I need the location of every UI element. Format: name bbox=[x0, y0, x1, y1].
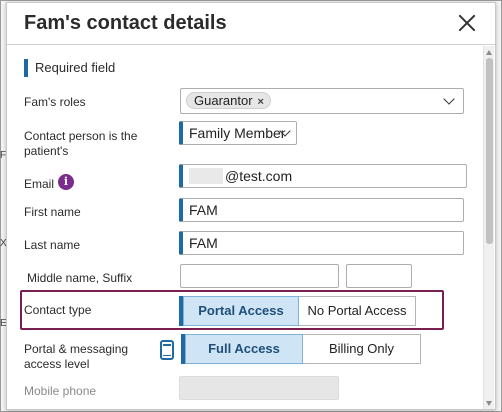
masked-email-prefix bbox=[189, 168, 223, 184]
billing-only-option[interactable]: Billing Only bbox=[303, 334, 421, 364]
last-name-label: Last name bbox=[24, 238, 81, 252]
last-name-value: FAM bbox=[189, 235, 218, 251]
contact-person-value: Family Member bbox=[189, 125, 286, 141]
dialog-header: Fam's contact details bbox=[7, 3, 495, 45]
middle-suffix-label: Middle name, Suffix bbox=[27, 271, 133, 285]
access-level-toggle-group: Full Access Billing Only bbox=[181, 334, 421, 364]
dialog-scrollbar[interactable] bbox=[483, 46, 494, 409]
mobile-phone-icon bbox=[160, 340, 174, 360]
middle-name-field[interactable] bbox=[180, 264, 339, 288]
email-value: @test.com bbox=[225, 168, 293, 184]
email-label: Email bbox=[24, 177, 55, 191]
info-icon[interactable]: i bbox=[58, 174, 74, 190]
close-icon[interactable] bbox=[457, 13, 477, 33]
mobile-phone-label: Mobile phone bbox=[24, 384, 97, 398]
full-access-option[interactable]: Full Access bbox=[185, 334, 303, 364]
role-chip-label: Guarantor bbox=[194, 93, 253, 108]
chip-remove-icon[interactable]: × bbox=[258, 96, 264, 108]
roles-label: Fam's roles bbox=[24, 95, 86, 109]
last-name-field[interactable]: FAM bbox=[179, 231, 464, 255]
mobile-phone-field bbox=[179, 376, 339, 400]
contact-person-select[interactable]: Family Member bbox=[179, 121, 297, 145]
email-field[interactable]: @test.com bbox=[179, 164, 467, 188]
roles-multiselect[interactable]: Guarantor × bbox=[180, 88, 464, 114]
contact-type-toggle-group: Portal Access No Portal Access bbox=[179, 296, 416, 326]
no-portal-access-option[interactable]: No Portal Access bbox=[299, 296, 416, 326]
required-field-legend: Required field bbox=[24, 59, 115, 77]
contact-type-label: Contact type bbox=[24, 303, 92, 317]
scroll-up-arrow-icon[interactable] bbox=[486, 50, 492, 55]
chevron-down-icon[interactable] bbox=[443, 93, 455, 105]
first-name-field[interactable]: FAM bbox=[179, 198, 464, 222]
suffix-field[interactable] bbox=[346, 264, 412, 288]
scroll-down-arrow-icon[interactable] bbox=[486, 401, 492, 406]
contact-person-label: Contact person is the patient's bbox=[24, 129, 138, 158]
first-name-label: First name bbox=[24, 205, 81, 219]
scroll-thumb[interactable] bbox=[486, 58, 493, 244]
contact-details-dialog: Fam's contact details Required field Fam… bbox=[6, 2, 496, 410]
first-name-value: FAM bbox=[189, 202, 218, 218]
portal-access-option[interactable]: Portal Access bbox=[183, 296, 299, 326]
dialog-title: Fam's contact details bbox=[24, 12, 227, 34]
portal-access-level-label: Portal & messaging access level bbox=[24, 342, 129, 371]
role-chip-guarantor: Guarantor × bbox=[186, 92, 271, 109]
